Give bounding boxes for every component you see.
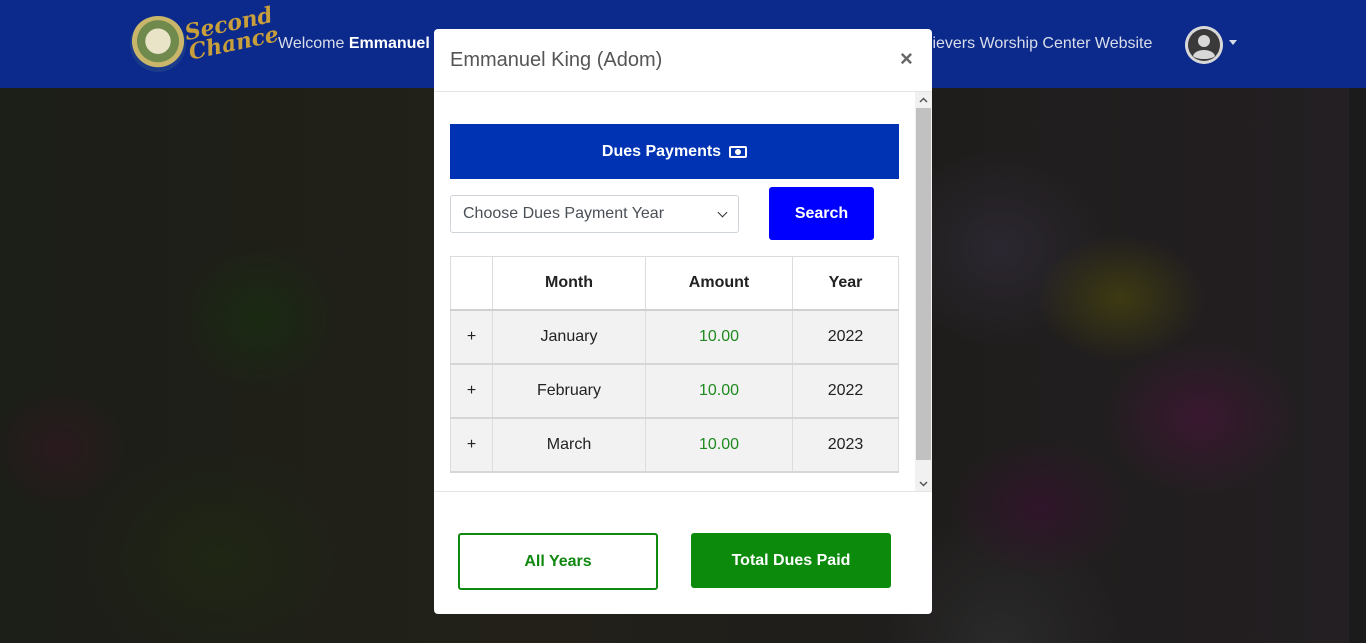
header-month: Month	[492, 256, 646, 311]
user-avatar[interactable]	[1185, 26, 1223, 64]
header-amount: Amount	[645, 256, 793, 311]
modal-body: Dues Payments Choose Dues Payment Year S…	[434, 92, 932, 492]
row-year: 2022	[792, 363, 899, 419]
welcome-message: Welcome Emmanuel	[278, 35, 430, 53]
table-row: + March 10.00 2023	[450, 417, 899, 473]
scroll-up-icon[interactable]	[919, 96, 928, 105]
row-amount: 10.00	[645, 309, 793, 365]
row-expand-toggle[interactable]: +	[450, 417, 493, 473]
dues-payments-button[interactable]: Dues Payments	[450, 124, 899, 179]
table-header-row: Month Amount Year	[450, 256, 899, 311]
money-bill-icon	[729, 145, 748, 158]
row-amount: 10.00	[645, 417, 793, 473]
all-years-button[interactable]: All Years	[458, 533, 658, 590]
dues-payments-label: Dues Payments	[601, 142, 722, 160]
welcome-name: Emmanuel	[348, 35, 430, 52]
table-row: + January 10.00 2022	[450, 309, 899, 365]
row-month: February	[492, 363, 646, 419]
church-seal-logo[interactable]	[130, 16, 186, 72]
member-dues-modal: Emmanuel King (Adom) × Dues Payments Cho…	[434, 29, 932, 614]
website-link[interactable]: elievers Worship Center Website	[920, 35, 1152, 53]
row-expand-toggle[interactable]: +	[450, 363, 493, 419]
chevron-down-icon	[717, 207, 728, 217]
row-month: January	[492, 309, 646, 365]
modal-scrollbar[interactable]	[915, 92, 932, 491]
scroll-down-icon[interactable]	[919, 479, 928, 488]
dues-table: Month Amount Year + January 10.00 2022 +…	[450, 256, 899, 473]
row-amount: 10.00	[645, 363, 793, 419]
modal-header: Emmanuel King (Adom) ×	[434, 29, 932, 92]
modal-title: Emmanuel King (Adom)	[450, 49, 663, 71]
close-icon[interactable]: ×	[900, 46, 913, 72]
scrollbar-thumb[interactable]	[916, 108, 931, 460]
header-expand	[450, 256, 493, 311]
row-year: 2022	[792, 309, 899, 365]
row-expand-toggle[interactable]: +	[450, 309, 493, 365]
row-year: 2023	[792, 417, 899, 473]
page-scrollbar[interactable]	[1349, 88, 1366, 643]
search-button[interactable]: Search	[769, 187, 874, 240]
dues-year-select-value: Choose Dues Payment Year	[463, 205, 665, 222]
second-chance-logo[interactable]: Second Chance	[182, 2, 281, 81]
header-year: Year	[792, 256, 899, 311]
dues-year-select[interactable]: Choose Dues Payment Year	[450, 195, 739, 233]
welcome-prefix: Welcome	[278, 35, 345, 52]
table-row: + February 10.00 2022	[450, 363, 899, 419]
row-month: March	[492, 417, 646, 473]
chevron-down-icon[interactable]	[1229, 40, 1237, 45]
total-dues-paid-button[interactable]: Total Dues Paid	[691, 533, 891, 588]
user-circle-icon	[1185, 26, 1223, 64]
